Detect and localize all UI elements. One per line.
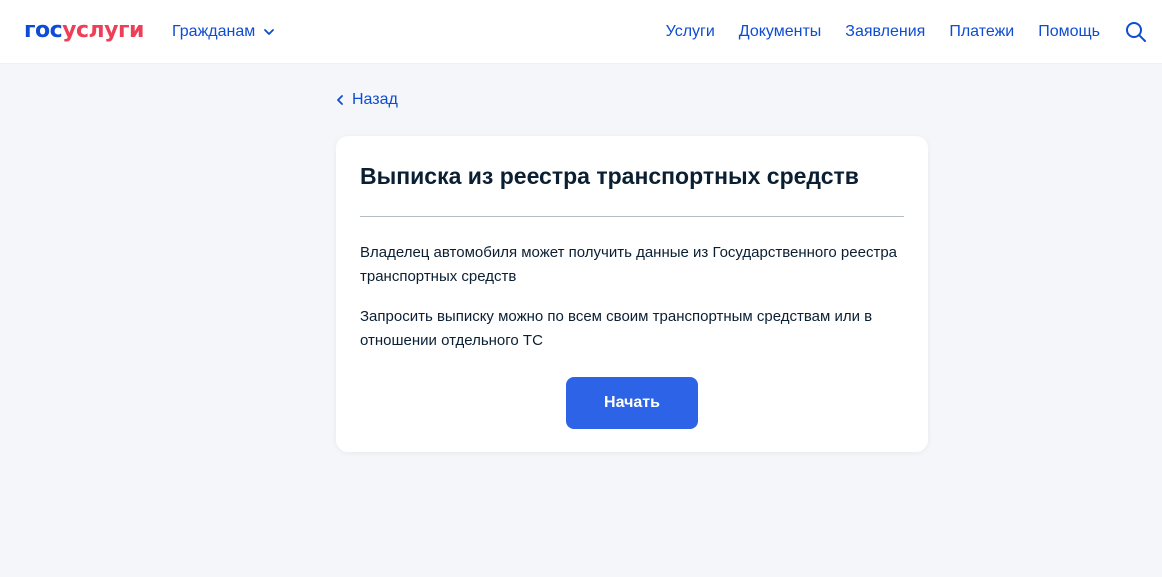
- service-card: Выписка из реестра транспортных средств …: [336, 136, 928, 452]
- description-paragraph-1: Владелец автомобиля может получить данны…: [360, 244, 898, 285]
- nav-documents[interactable]: Документы: [739, 21, 821, 43]
- search-button[interactable]: [1124, 20, 1148, 44]
- nav-services[interactable]: Услуги: [666, 21, 715, 43]
- site-header: госуслуги Гражданам Услуги Документы Зая…: [0, 0, 1162, 64]
- divider: [360, 216, 904, 217]
- nav-help[interactable]: Помощь: [1038, 21, 1100, 43]
- back-label: Назад: [352, 91, 398, 108]
- gosuslugi-logo[interactable]: госуслуги: [24, 17, 144, 45]
- chevron-down-icon: [264, 29, 275, 35]
- logo-part-uslugi: услуги: [62, 18, 144, 43]
- start-button[interactable]: Начать: [566, 377, 698, 429]
- audience-dropdown[interactable]: Гражданам: [172, 21, 275, 43]
- main-nav: Услуги Документы Заявления Платежи Помощ…: [666, 21, 1100, 43]
- chevron-left-icon: [337, 95, 343, 105]
- nav-applications[interactable]: Заявления: [845, 21, 925, 43]
- search-icon: [1126, 22, 1146, 42]
- page-title: Выписка из реестра транспортных средств: [360, 163, 859, 189]
- back-link[interactable]: Назад: [336, 90, 398, 110]
- logo-part-gos: гос: [24, 18, 63, 43]
- nav-payments[interactable]: Платежи: [949, 21, 1014, 43]
- description-paragraph-2: Запросить выписку можно по всем своим тр…: [360, 308, 873, 349]
- audience-label: Гражданам: [172, 23, 256, 40]
